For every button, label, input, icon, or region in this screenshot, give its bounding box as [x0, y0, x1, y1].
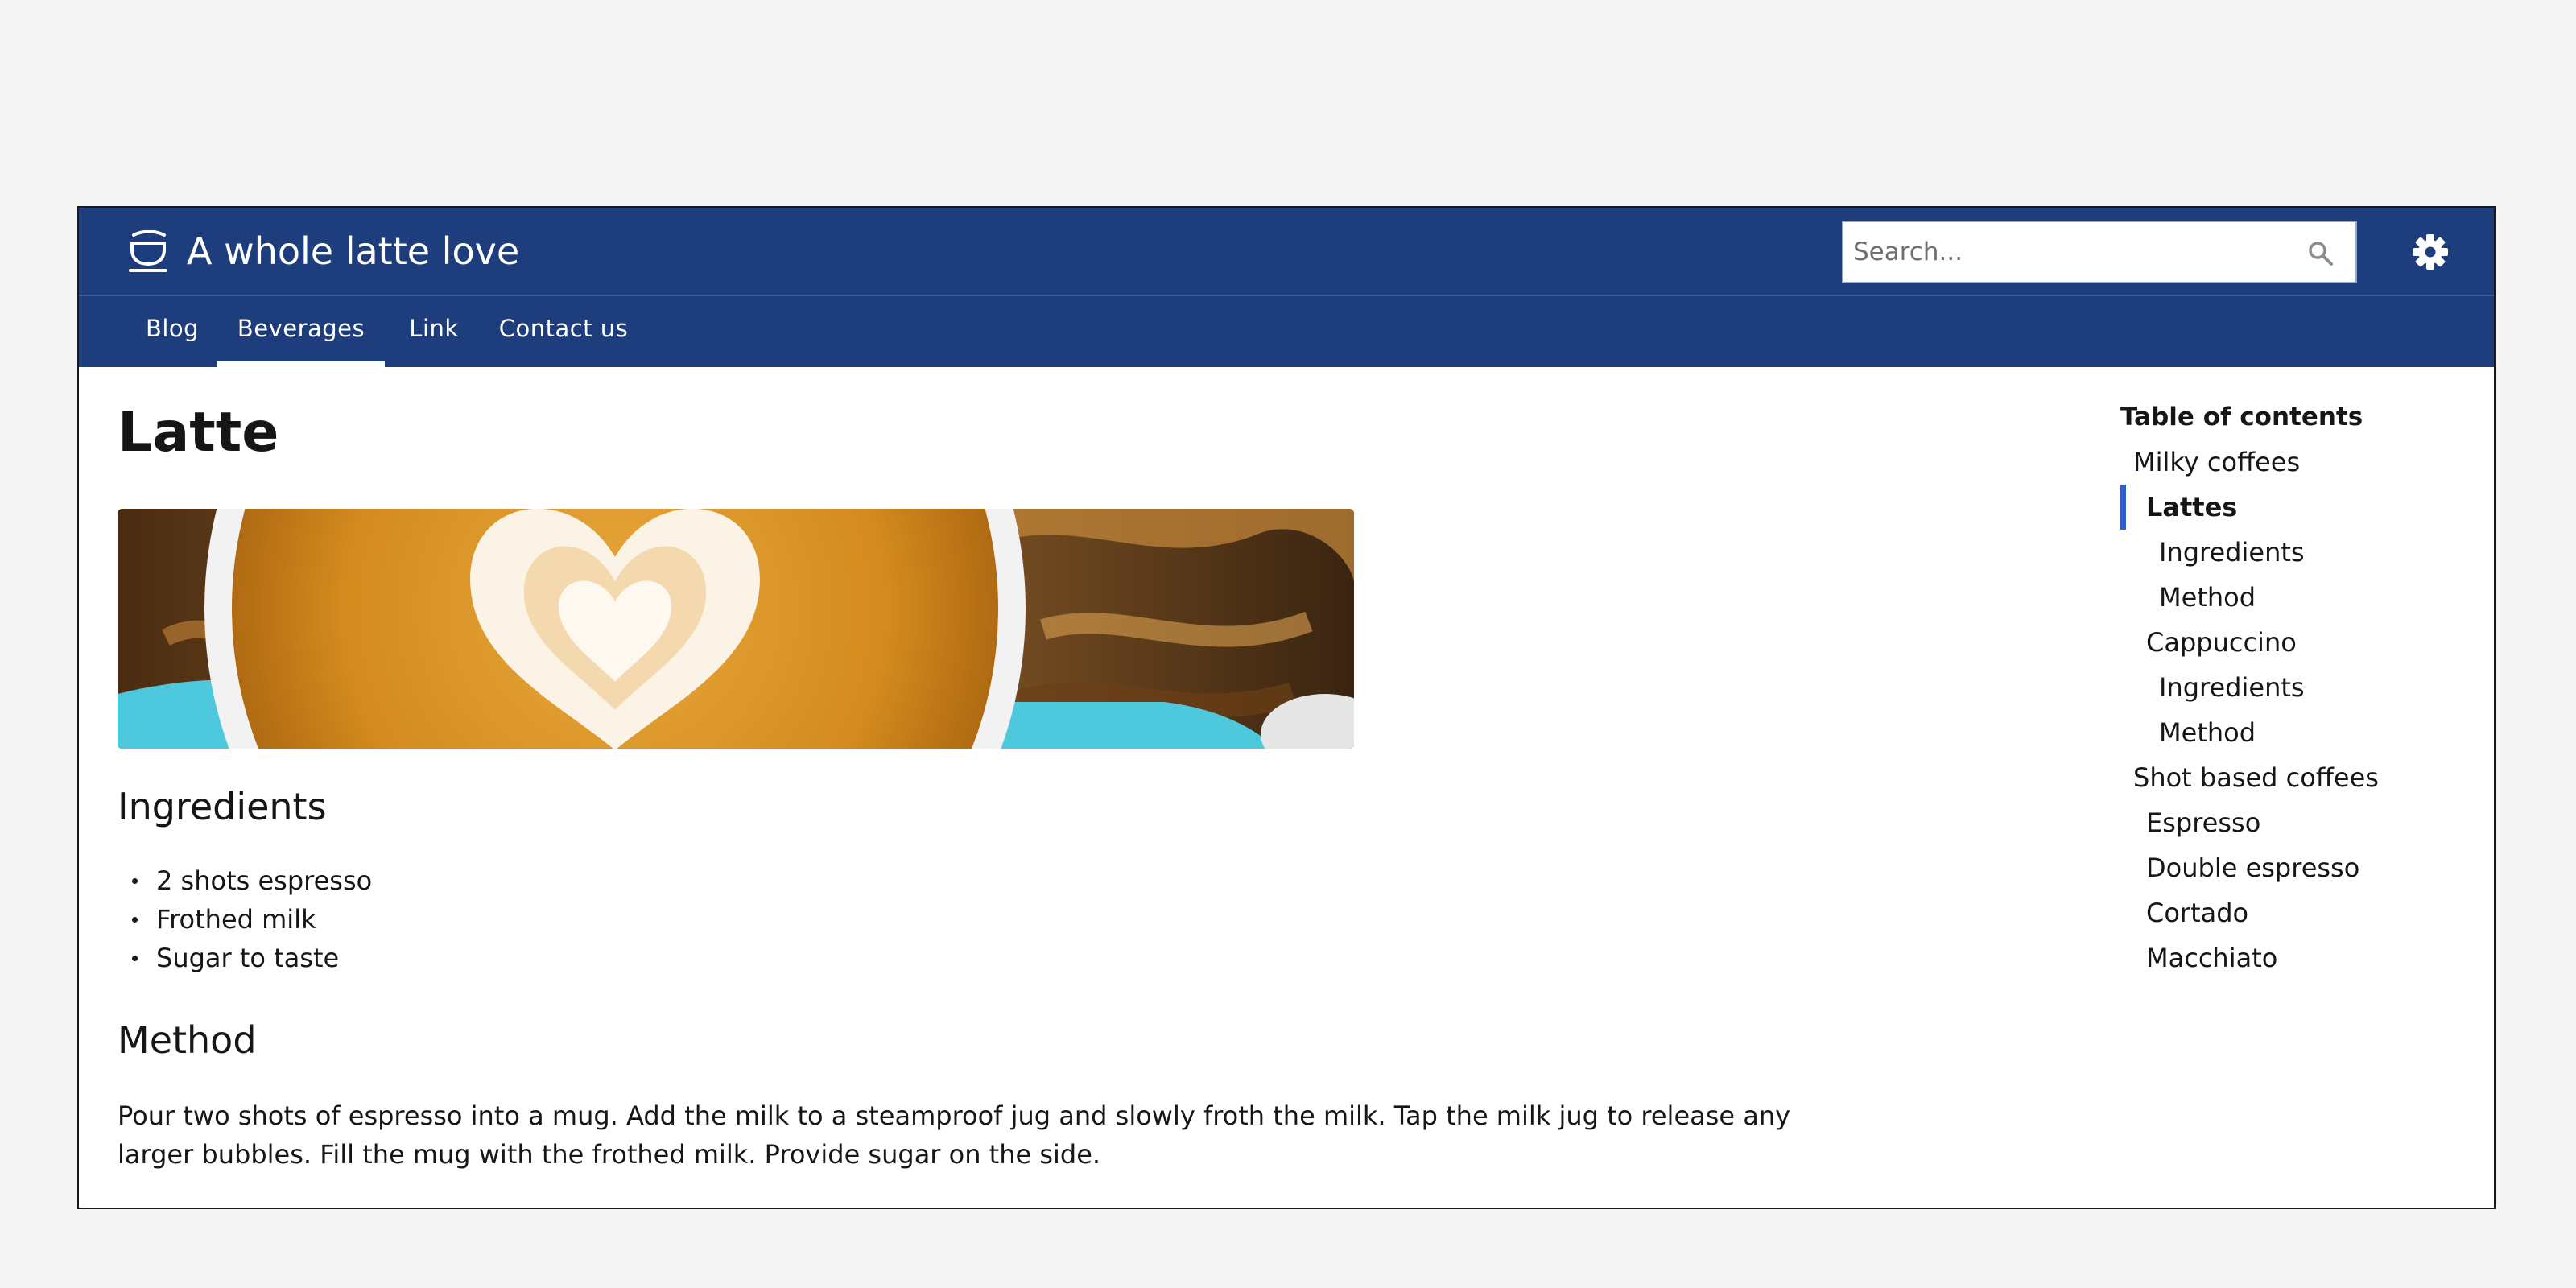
nav-item-contact-us[interactable]: Contact us — [483, 296, 644, 367]
search-icon[interactable] — [2307, 240, 2334, 267]
coffee-cup-icon[interactable] — [127, 230, 169, 274]
nav-item-beverages[interactable]: Beverages — [217, 296, 385, 367]
toc-item-double-espresso[interactable]: Double espresso — [2120, 845, 2491, 890]
toc-item-cappuccino-method[interactable]: Method — [2120, 710, 2491, 755]
nav-item-blog[interactable]: Blog — [127, 296, 217, 367]
gear-icon[interactable] — [2410, 232, 2450, 272]
toc-item-shot-based-coffees[interactable]: Shot based coffees — [2120, 755, 2491, 800]
toc-item-cortado[interactable]: Cortado — [2120, 890, 2491, 935]
toc-item-cappuccino-ingredients[interactable]: Ingredients — [2120, 665, 2491, 710]
search-input[interactable] — [1853, 222, 2288, 282]
latte-art-image — [118, 509, 1354, 749]
toc-item-lattes[interactable]: Lattes — [2120, 485, 2491, 530]
list-item: Sugar to taste — [118, 939, 372, 977]
ingredients-list: 2 shots espresso Frothed milk Sugar to t… — [118, 861, 372, 977]
app-window: A whole latte love Blog — [77, 206, 2496, 1209]
method-paragraph: Pour two shots of espresso into a mug. A… — [118, 1100, 1791, 1170]
nav-item-link[interactable]: Link — [385, 296, 483, 367]
toc-item-latte-ingredients[interactable]: Ingredients — [2120, 530, 2491, 575]
toc-item-latte-method[interactable]: Method — [2120, 575, 2491, 620]
toc-item-cappuccino[interactable]: Cappuccino — [2120, 620, 2491, 665]
site-title[interactable]: A whole latte love — [187, 225, 519, 277]
page-title: Latte — [118, 401, 279, 464]
masthead: A whole latte love — [79, 208, 2494, 296]
search-box[interactable] — [1842, 221, 2357, 283]
list-item: 2 shots espresso — [118, 861, 372, 900]
ingredients-heading: Ingredients — [118, 785, 327, 828]
toc-title: Table of contents — [2120, 402, 2363, 431]
toc-item-macchiato[interactable]: Macchiato — [2120, 935, 2491, 980]
toc-item-milky-coffees[interactable]: Milky coffees — [2120, 440, 2491, 485]
table-of-contents: Table of contents Milky coffees Lattes I… — [2120, 398, 2491, 980]
toc-item-espresso[interactable]: Espresso — [2120, 800, 2491, 845]
method-heading: Method — [118, 1018, 257, 1062]
list-item: Frothed milk — [118, 900, 372, 939]
main-nav: Blog Beverages Link Contact us — [79, 296, 2494, 367]
